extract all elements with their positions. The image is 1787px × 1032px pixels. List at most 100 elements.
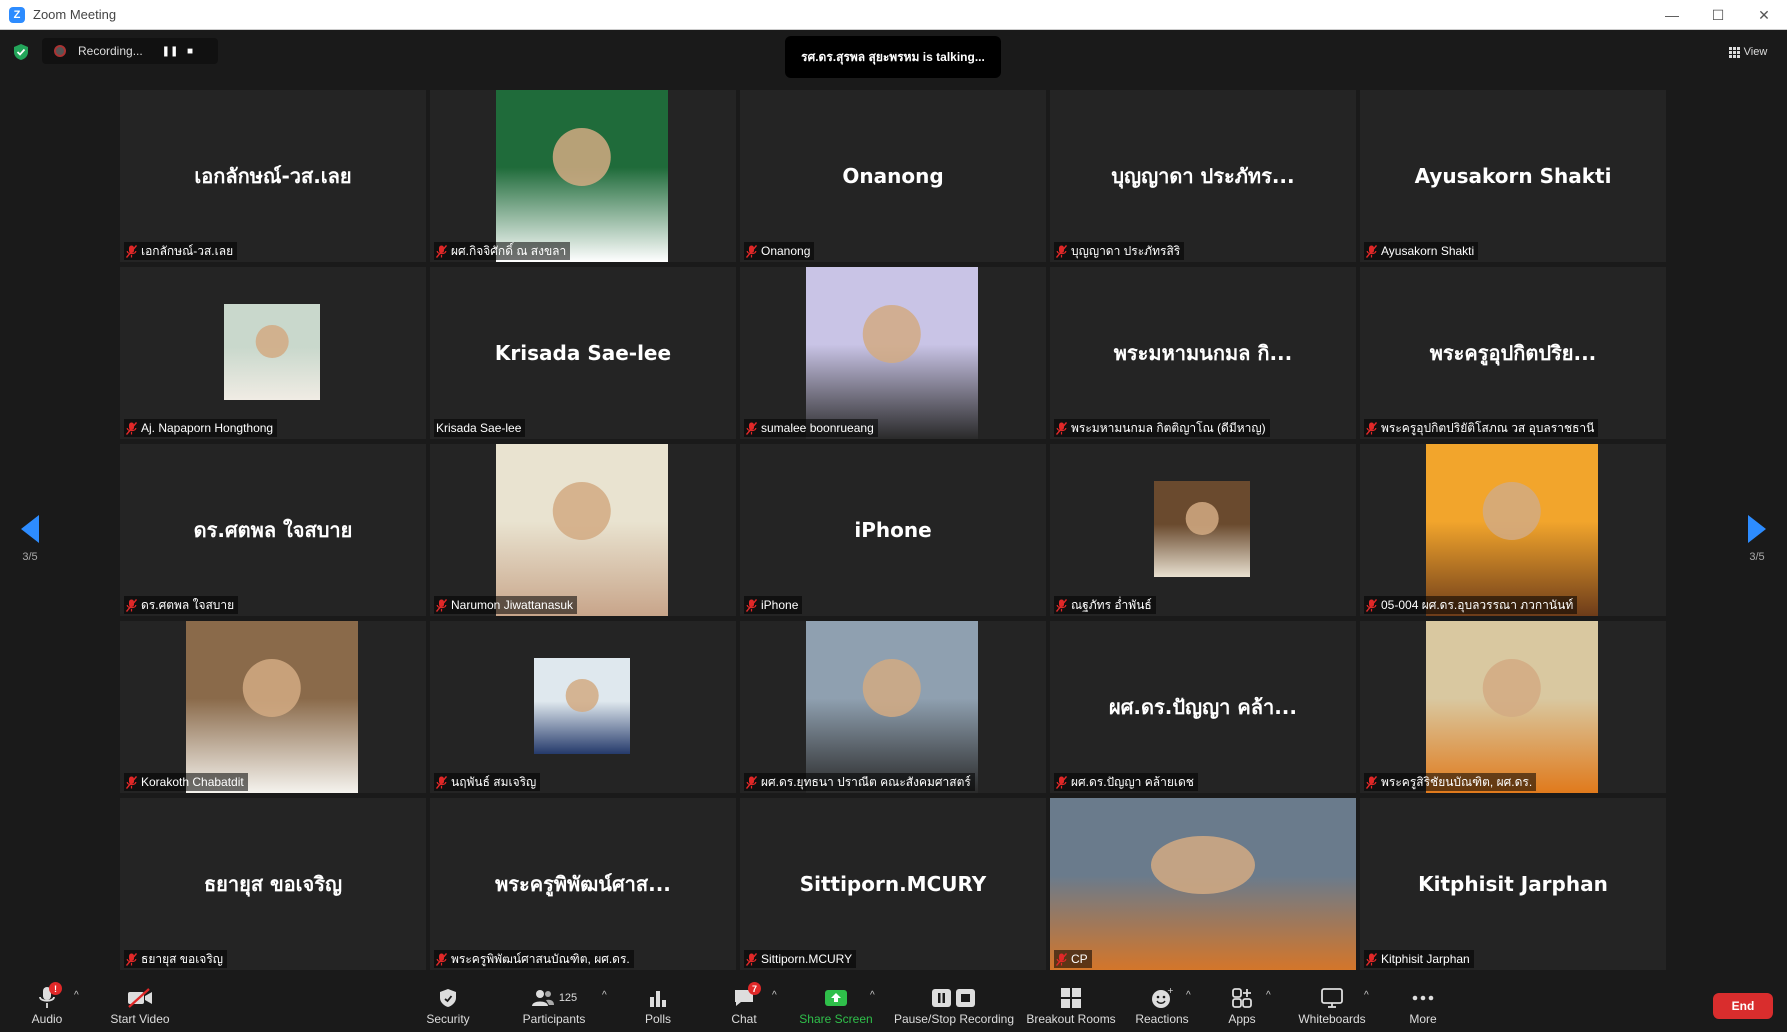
polls-button[interactable]: Polls bbox=[636, 972, 680, 1032]
start-video-button[interactable]: Start Video bbox=[107, 972, 173, 1032]
participant-tile-7[interactable]: Krisada Sae-lee Krisada Sae-lee bbox=[430, 267, 736, 439]
next-page-button[interactable]: 3/5 bbox=[1742, 515, 1772, 563]
muted-microphone-icon bbox=[1365, 775, 1378, 789]
participant-name-label: 05-004 ผศ.ดร.อุบลวรรณา ภวกานันท์ bbox=[1364, 596, 1578, 614]
participant-tile-23[interactable]: Sittiporn.MCURY Sittiporn.MCURY bbox=[740, 798, 1046, 970]
page-indicator-left: 3/5 bbox=[22, 551, 38, 563]
pause-stop-recording-button[interactable]: Pause/Stop Recording bbox=[890, 972, 1018, 1032]
security-shield-icon[interactable] bbox=[13, 43, 29, 61]
audio-warning-badge: ! bbox=[49, 982, 62, 995]
participant-tile-21[interactable]: ธยายุส ขอเจริญ ธยายุส ขอเจริญ bbox=[120, 798, 426, 970]
window-title: Zoom Meeting bbox=[33, 7, 117, 22]
whiteboards-label: Whiteboards bbox=[1298, 1012, 1366, 1026]
start-video-label: Start Video bbox=[110, 1012, 170, 1026]
audio-label: Audio bbox=[31, 1012, 63, 1026]
microphone-icon: ! bbox=[38, 982, 62, 1012]
participant-tile-6[interactable]: Aj. Napaporn Hongthong bbox=[120, 267, 426, 439]
participant-figure bbox=[1482, 658, 1542, 718]
audio-options-caret-icon[interactable]: ^ bbox=[74, 990, 79, 1001]
participant-name-text: Aj. Napaporn Hongthong bbox=[141, 421, 274, 435]
participant-tile-8[interactable]: sumalee boonrueang bbox=[740, 267, 1046, 439]
breakout-rooms-icon bbox=[1060, 984, 1082, 1012]
muted-microphone-icon bbox=[1365, 421, 1378, 435]
whiteboards-button[interactable]: Whiteboards bbox=[1292, 972, 1372, 1032]
participant-name-label: ผศ.ดร.ยุทธนา ปราณีต คณะสังคมศาสตร์ bbox=[744, 773, 975, 791]
participant-name-text: iPhone bbox=[761, 598, 799, 612]
whiteboards-options-caret-icon[interactable]: ^ bbox=[1364, 990, 1369, 1001]
previous-page-button[interactable]: 3/5 bbox=[15, 515, 45, 563]
participant-figure bbox=[255, 325, 289, 358]
view-button[interactable]: View bbox=[1723, 42, 1773, 62]
reactions-button[interactable]: + Reactions bbox=[1134, 972, 1190, 1032]
breakout-rooms-button[interactable]: Breakout Rooms bbox=[1026, 972, 1116, 1032]
muted-microphone-icon bbox=[125, 775, 138, 789]
reactions-options-caret-icon[interactable]: ^ bbox=[1186, 990, 1191, 1001]
participant-name-label: พระครูพิพัฒน์ศาสนบัณฑิต, ผศ.ดร. bbox=[434, 950, 634, 968]
end-meeting-button[interactable]: End bbox=[1713, 993, 1773, 1019]
participant-figure bbox=[862, 658, 922, 718]
participant-tile-4[interactable]: บุญญาดา ประภัทร... บุญญาดา ประภัทรสิริ bbox=[1050, 90, 1356, 262]
participant-video bbox=[1426, 444, 1598, 616]
participant-name-label: ณฐภัทร อ่ำพันธ์ bbox=[1054, 596, 1156, 614]
share-options-caret-icon[interactable]: ^ bbox=[870, 990, 875, 1001]
shield-icon bbox=[439, 984, 457, 1012]
participant-name-text: ผศ.ดร.ยุทธนา ปราณีต คณะสังคมศาสตร์ bbox=[761, 774, 971, 789]
participant-tile-2[interactable]: ผศ.กิจจิศักดิ์ ณ สงขลา bbox=[430, 90, 736, 262]
participant-tile-16[interactable]: Korakoth Chabatdit bbox=[120, 621, 426, 793]
participant-name-text: 05-004 ผศ.ดร.อุบลวรรณา ภวกานันท์ bbox=[1381, 597, 1574, 612]
svg-text:+: + bbox=[1167, 987, 1173, 995]
participant-tile-17[interactable]: นฤพันธ์ สมเจริญ bbox=[430, 621, 736, 793]
participant-tile-15[interactable]: 05-004 ผศ.ดร.อุบลวรรณา ภวกานันท์ bbox=[1360, 444, 1666, 616]
more-label: More bbox=[1409, 1012, 1437, 1026]
muted-microphone-icon bbox=[125, 952, 138, 966]
close-icon[interactable]: ✕ bbox=[1741, 0, 1787, 30]
participant-tile-12[interactable]: Narumon Jiwattanasuk bbox=[430, 444, 736, 616]
participant-tile-22[interactable]: พระครูพิพัฒน์ศาส... พระครูพิพัฒน์ศาสนบัณฑ… bbox=[430, 798, 736, 970]
participant-tile-13[interactable]: iPhone iPhone bbox=[740, 444, 1046, 616]
participants-icon: 125 bbox=[531, 984, 577, 1012]
participant-tile-20[interactable]: พระครูสิริชัยนบัณฑิต, ผศ.ดร. bbox=[1360, 621, 1666, 793]
participant-tile-5[interactable]: Ayusakorn Shakti Ayusakorn Shakti bbox=[1360, 90, 1666, 262]
participant-tile-9[interactable]: พระมหามนกมล กิ... พระมหามนกมล กิตติญาโณ (… bbox=[1050, 267, 1356, 439]
chat-options-caret-icon[interactable]: ^ bbox=[772, 990, 777, 1001]
muted-microphone-icon bbox=[1365, 244, 1378, 258]
stop-recording-button[interactable]: ■ bbox=[180, 41, 200, 61]
chat-label: Chat bbox=[731, 1012, 757, 1026]
polls-icon bbox=[648, 984, 668, 1012]
minimize-icon[interactable]: — bbox=[1649, 0, 1695, 30]
participant-display-name: พระครูอุปกิตปริย... bbox=[1429, 341, 1597, 365]
participant-tile-10[interactable]: พระครูอุปกิตปริย... พระครูอุปกิตปริยัติโส… bbox=[1360, 267, 1666, 439]
active-speaker-banner: รศ.ดร.สุรพล สุยะพรหม is talking... bbox=[785, 36, 1001, 78]
chat-button[interactable]: 7 Chat bbox=[722, 972, 766, 1032]
grid-view-icon bbox=[1728, 46, 1740, 58]
apps-options-caret-icon[interactable]: ^ bbox=[1266, 990, 1271, 1001]
participant-display-name: ดร.ศตพล ใจสบาย bbox=[193, 518, 353, 542]
participants-button[interactable]: 125 Participants bbox=[516, 972, 592, 1032]
participant-name-label: ผศ.ดร.ปัญญา คล้ายเดช bbox=[1054, 773, 1198, 791]
participant-tile-1[interactable]: เอกลักษณ์-วส.เลย เอกลักษณ์-วส.เลย bbox=[120, 90, 426, 262]
view-label: View bbox=[1743, 46, 1768, 58]
participant-tile-24[interactable]: CP bbox=[1050, 798, 1356, 970]
participant-tile-11[interactable]: ดร.ศตพล ใจสบาย ดร.ศตพล ใจสบาย bbox=[120, 444, 426, 616]
security-label: Security bbox=[426, 1012, 470, 1026]
more-button[interactable]: More bbox=[1400, 972, 1446, 1032]
maximize-icon[interactable]: ☐ bbox=[1695, 0, 1741, 30]
participant-tile-18[interactable]: ผศ.ดร.ยุทธนา ปราณีต คณะสังคมศาสตร์ bbox=[740, 621, 1046, 793]
participant-tile-19[interactable]: ผศ.ดร.ปัญญา คล้า... ผศ.ดร.ปัญญา คล้ายเดช bbox=[1050, 621, 1356, 793]
muted-microphone-icon bbox=[435, 598, 448, 612]
participant-figure bbox=[1185, 502, 1219, 535]
security-button[interactable]: Security bbox=[420, 972, 476, 1032]
participant-name-label: พระครูสิริชัยนบัณฑิต, ผศ.ดร. bbox=[1364, 773, 1537, 791]
apps-button[interactable]: Apps bbox=[1220, 972, 1264, 1032]
participant-tile-14[interactable]: ณฐภัทร อ่ำพันธ์ bbox=[1050, 444, 1356, 616]
participant-video bbox=[1154, 481, 1250, 577]
participant-tile-3[interactable]: Onanong Onanong bbox=[740, 90, 1046, 262]
participant-tile-25[interactable]: Kitphisit Jarphan Kitphisit Jarphan bbox=[1360, 798, 1666, 970]
participant-name-label: Korakoth Chabatdit bbox=[124, 773, 248, 791]
share-screen-button[interactable]: Share Screen bbox=[798, 972, 874, 1032]
pause-recording-button[interactable]: ❚❚ bbox=[160, 41, 180, 61]
audio-button[interactable]: ! Audio bbox=[22, 972, 72, 1032]
recording-label: Recording... bbox=[78, 44, 143, 58]
participants-options-caret-icon[interactable]: ^ bbox=[602, 990, 607, 1001]
participant-video bbox=[1426, 621, 1598, 793]
